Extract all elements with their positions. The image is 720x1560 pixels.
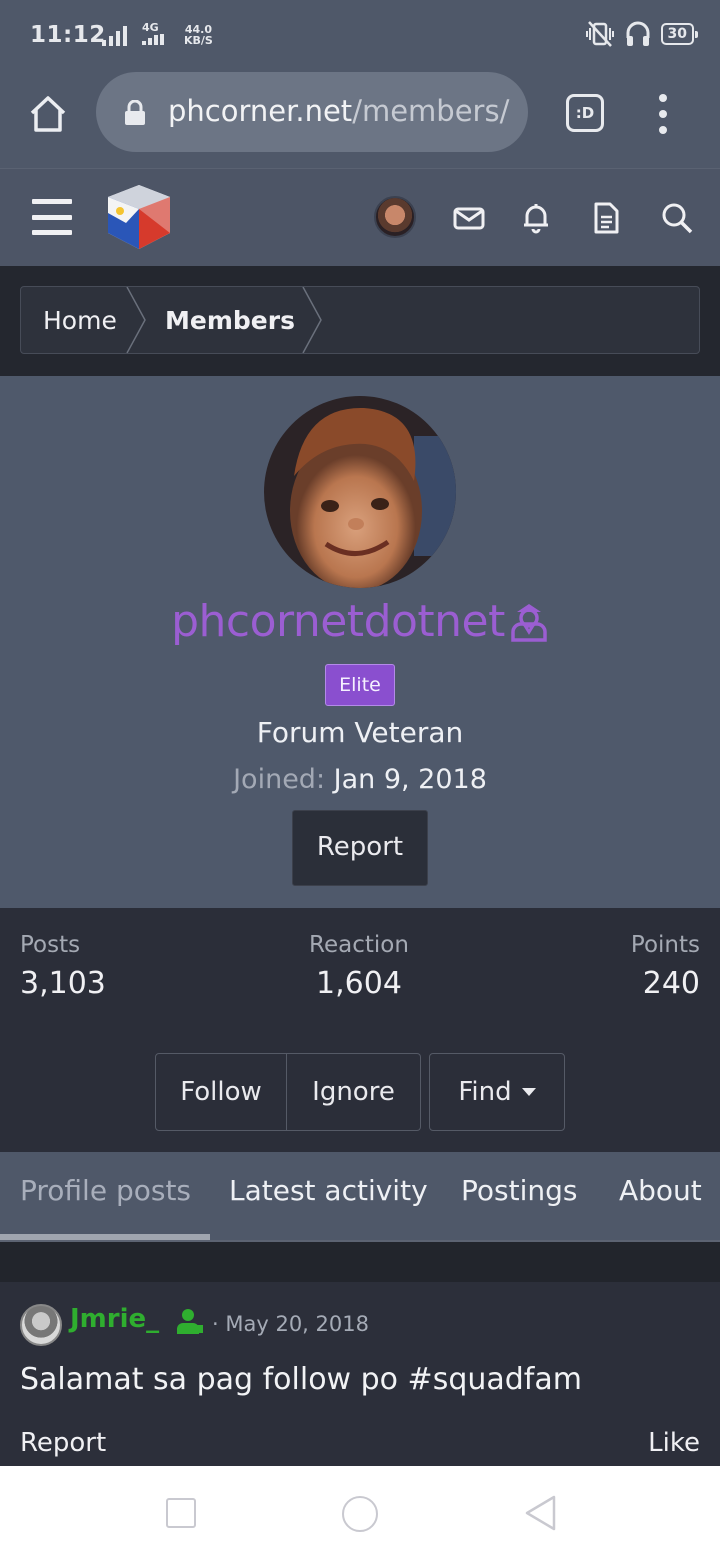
status-bar: 11:12 4G 44.0 KB/S 30 xyxy=(0,0,720,72)
section-divider xyxy=(0,1240,720,1282)
profile-header: phcornetdotnet Elite Forum Veteran Joine… xyxy=(0,376,720,908)
stat-posts-value: 3,103 xyxy=(20,966,106,1001)
network-label: 4G xyxy=(142,21,159,34)
caret-down-icon xyxy=(521,1088,536,1096)
recents-button[interactable] xyxy=(166,1498,196,1528)
post-body: Salamat sa pag follow po #squadfam xyxy=(20,1362,582,1397)
stat-points[interactable]: Points 240 xyxy=(631,932,700,1001)
username-text: phcornetdotnet xyxy=(171,596,505,647)
vibrate-icon xyxy=(585,21,614,47)
post-date[interactable]: · May 20, 2018 xyxy=(212,1312,369,1336)
breadcrumb-home[interactable]: Home xyxy=(21,287,147,353)
stat-reaction[interactable]: Reaction 1,604 xyxy=(306,932,412,1001)
browser-toolbar: phcorner.net/members/ :D xyxy=(0,72,720,168)
avatar[interactable] xyxy=(374,196,416,238)
document-icon[interactable] xyxy=(589,201,623,235)
user-badge: Elite xyxy=(325,664,395,706)
chevron-right-icon xyxy=(302,287,322,353)
signal-icon xyxy=(102,24,127,46)
lock-icon xyxy=(125,100,145,125)
status-icons: 30 xyxy=(585,20,699,48)
home-icon[interactable] xyxy=(26,92,70,136)
post-date-text: May 20, 2018 xyxy=(225,1312,369,1336)
url-host: phcorner.net xyxy=(168,94,353,128)
chevron-right-icon xyxy=(126,287,146,353)
profile-stats: Posts 3,103 Reaction 1,604 Points 240 Fo… xyxy=(0,908,720,1152)
breadcrumb: Home Members xyxy=(20,286,700,354)
profile-tabs: Profile posts Latest activity Postings A… xyxy=(0,1152,720,1240)
report-button[interactable]: Report xyxy=(292,810,428,886)
post-author-avatar[interactable] xyxy=(20,1304,62,1346)
url-text: phcorner.net/members/ xyxy=(168,94,512,128)
url-bar[interactable]: phcorner.net/members/ xyxy=(96,72,528,152)
stat-posts[interactable]: Posts 3,103 xyxy=(20,932,106,1001)
stat-posts-label: Posts xyxy=(20,932,81,958)
breadcrumb-members[interactable]: Members xyxy=(147,287,323,353)
tab-latest-activity[interactable]: Latest activity xyxy=(229,1174,428,1207)
speed-unit: KB/S xyxy=(184,34,213,47)
profile-username[interactable]: phcornetdotnet xyxy=(0,596,720,647)
tab-profile-posts[interactable]: Profile posts xyxy=(20,1174,191,1207)
home-nav-button[interactable] xyxy=(342,1496,378,1532)
url-path: /members/ xyxy=(352,94,510,128)
joined-info: Joined: Jan 9, 2018 xyxy=(0,764,720,795)
profile-post: Jmrie_ · May 20, 2018 Salamat sa pag fol… xyxy=(0,1282,720,1466)
post-like-link[interactable]: Like xyxy=(648,1428,700,1458)
tab-about[interactable]: About xyxy=(619,1174,702,1207)
headphones-icon xyxy=(626,21,650,46)
hamburger-menu-icon[interactable] xyxy=(32,199,72,235)
back-icon[interactable] xyxy=(524,1494,558,1532)
find-label: Find xyxy=(458,1077,512,1107)
stat-reaction-label: Reaction xyxy=(309,932,409,958)
profile-actions: Follow Ignore Find xyxy=(155,1053,565,1131)
staff-user-icon xyxy=(511,604,547,642)
site-logo[interactable] xyxy=(106,183,172,251)
stat-points-label: Points xyxy=(630,932,700,958)
browser-menu-icon[interactable] xyxy=(656,94,670,134)
search-icon[interactable] xyxy=(660,201,694,235)
bell-icon[interactable] xyxy=(519,201,553,235)
user-group-icon xyxy=(177,1309,203,1334)
breadcrumb-band: Home Members xyxy=(0,266,720,376)
joined-date: Jan 9, 2018 xyxy=(333,764,487,795)
post-report-link[interactable]: Report xyxy=(20,1428,106,1458)
status-time: 11:12 xyxy=(30,22,106,48)
tab-switcher-button[interactable]: :D xyxy=(566,94,604,132)
ignore-button[interactable]: Ignore xyxy=(287,1053,421,1131)
tab-postings[interactable]: Postings xyxy=(461,1174,577,1207)
find-dropdown-button[interactable]: Find xyxy=(429,1053,565,1131)
post-date-prefix: · xyxy=(212,1312,219,1336)
profile-avatar[interactable] xyxy=(264,396,456,588)
user-title: Forum Veteran xyxy=(256,716,464,749)
breadcrumb-home-label: Home xyxy=(43,305,117,335)
stat-points-value: 240 xyxy=(642,966,700,1001)
system-nav-bar xyxy=(0,1466,720,1560)
network-speed: 44.0 KB/S xyxy=(184,24,213,46)
battery-icon: 30 xyxy=(660,23,699,45)
mail-icon[interactable] xyxy=(452,201,486,235)
breadcrumb-members-label: Members xyxy=(165,305,295,335)
network-type: 4G xyxy=(142,22,164,45)
site-header xyxy=(0,168,720,266)
post-author[interactable]: Jmrie_ xyxy=(70,1304,159,1334)
stat-reaction-value: 1,604 xyxy=(316,966,402,1001)
signal-icon-2 xyxy=(142,34,164,45)
joined-label: Joined: xyxy=(233,764,326,795)
follow-button[interactable]: Follow xyxy=(155,1053,287,1131)
